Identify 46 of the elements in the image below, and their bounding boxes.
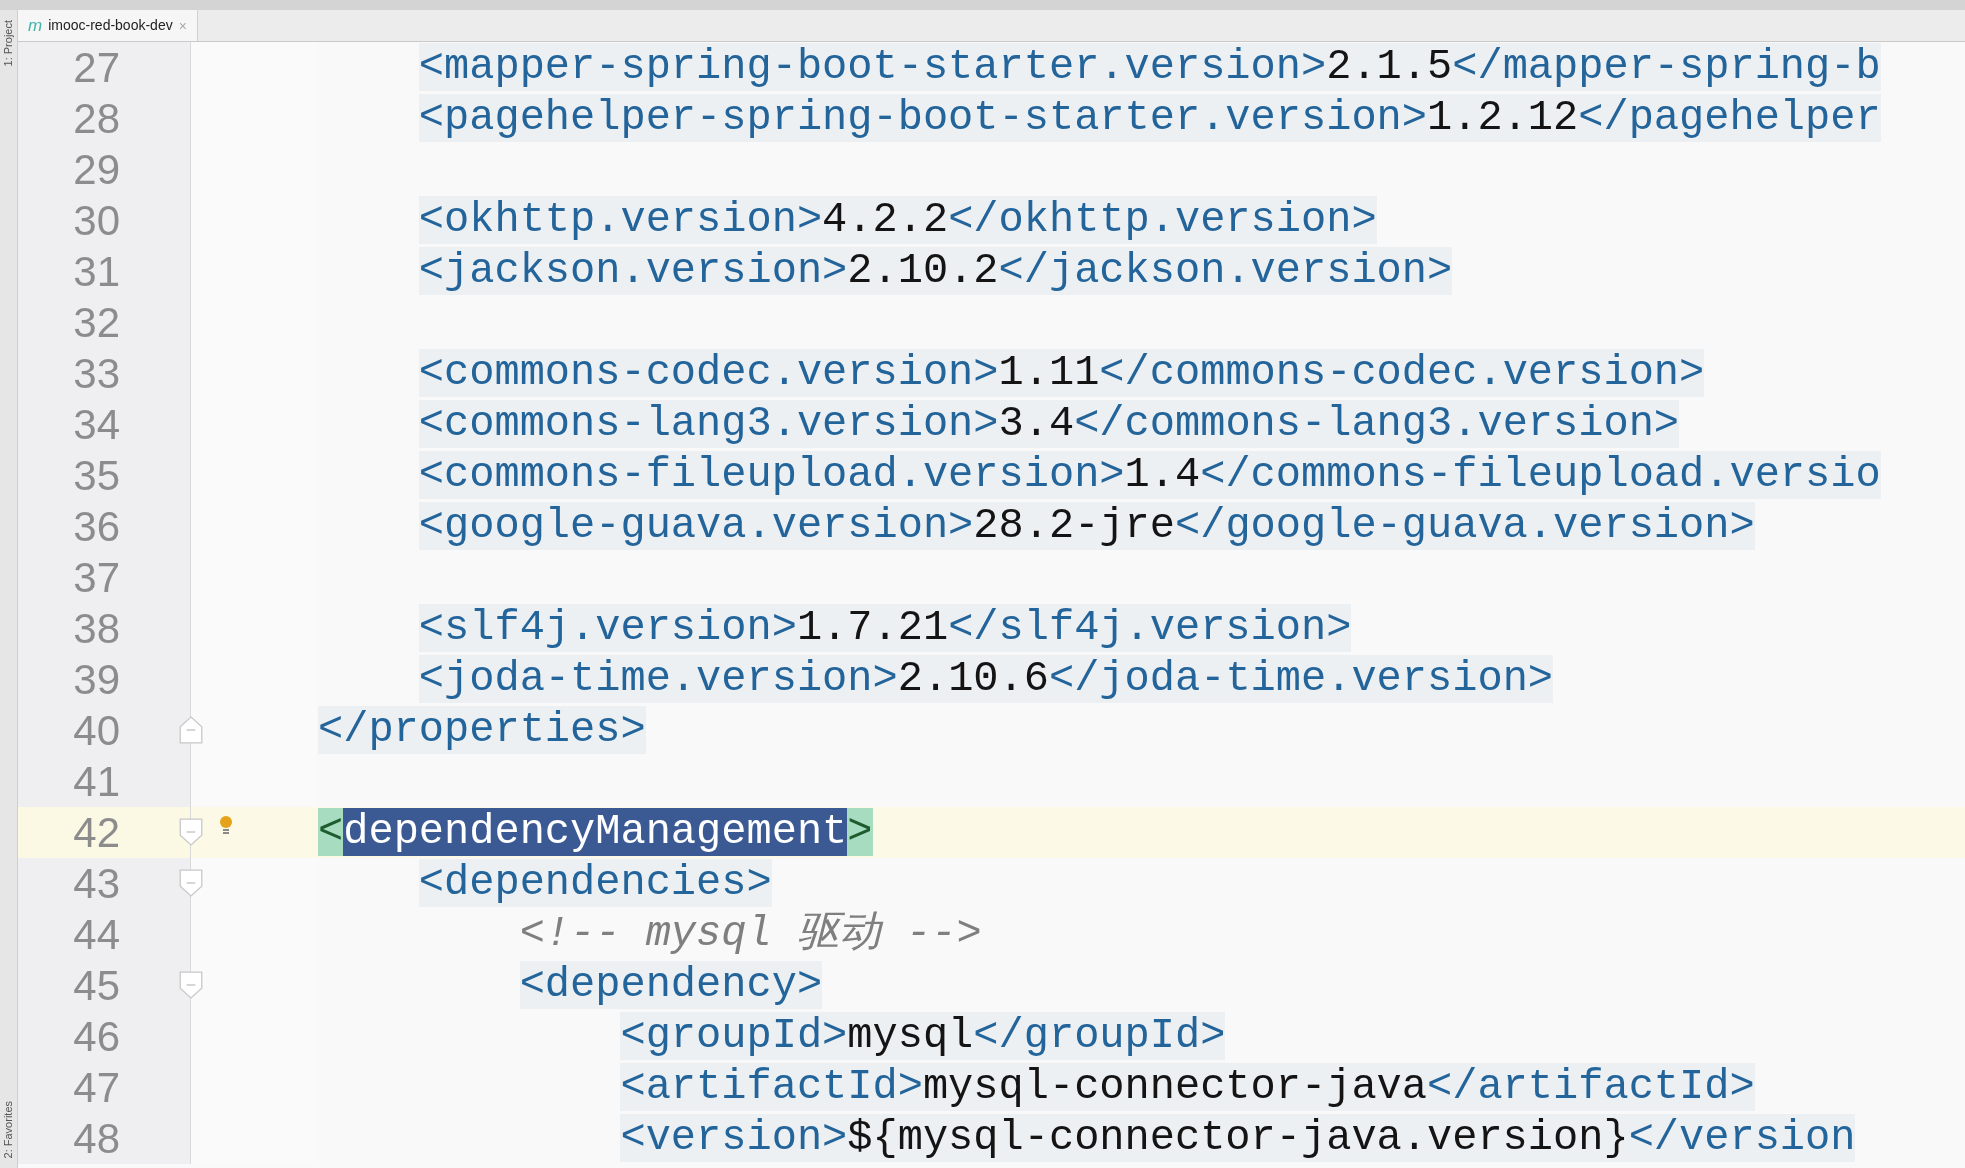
line-number: 37 <box>18 552 190 603</box>
code-line: <okhttp.version>4.2.2</okhttp.version> <box>417 195 1377 246</box>
tool-window-tab[interactable]: 1: Project <box>0 20 17 67</box>
code-line: <google-guava.version>28.2-jre</google-guava.version> <box>417 501 1755 552</box>
line-number: 28 <box>18 93 190 144</box>
line-number: 27 <box>18 42 190 93</box>
code-line: <commons-fileupload.version>1.4</commons-fileupload.versio <box>417 450 1881 501</box>
line-number: 33 <box>18 348 190 399</box>
code-line: <!-- mysql 驱动 --> <box>518 909 982 960</box>
code-line: <mapper-spring-boot-starter.version>2.1.5</mapper-spring-b <box>417 42 1881 93</box>
code-line: <pagehelper-spring-boot-starter.version>1.2.12</pagehelper <box>417 93 1881 144</box>
code-line: <dependencyManagement> <box>318 807 873 858</box>
code-line: <joda-time.version>2.10.6</joda-time.version> <box>417 654 1554 705</box>
line-number: 45 <box>18 960 190 1011</box>
line-number: 47 <box>18 1062 190 1113</box>
line-number: 48 <box>18 1113 190 1164</box>
fold-icon[interactable] <box>179 869 203 897</box>
line-number: 40 <box>18 705 190 756</box>
code-line: <jackson.version>2.10.2</jackson.version> <box>417 246 1453 297</box>
code-line: <commons-codec.version>1.11</commons-codec.version> <box>417 348 1705 399</box>
line-number: 30 <box>18 195 190 246</box>
tab-title: imooc-red-book-dev <box>48 16 173 35</box>
line-number: 41 <box>18 756 190 807</box>
line-number: 43 <box>18 858 190 909</box>
code-line: <commons-lang3.version>3.4</commons-lang3.version> <box>417 399 1680 450</box>
code-line: <version>${mysql-connector-java.version}</version <box>619 1113 1856 1164</box>
tool-window-tab[interactable]: 2: Favorites <box>0 1100 17 1158</box>
line-number: 46 <box>18 1011 190 1062</box>
line-number: 44 <box>18 909 190 960</box>
code-line: <slf4j.version>1.7.21</slf4j.version> <box>417 603 1352 654</box>
line-number: 31 <box>18 246 190 297</box>
line-number: 38 <box>18 603 190 654</box>
lightbulb-icon[interactable] <box>219 815 233 835</box>
editor-tab[interactable]: m imooc-red-book-dev × <box>18 10 198 41</box>
code-line: <artifactId>mysql-connector-java</artifactId> <box>619 1062 1755 1113</box>
line-number: 42 <box>18 807 190 858</box>
line-number: 34 <box>18 399 190 450</box>
code-line: <groupId>mysql</groupId> <box>619 1011 1226 1062</box>
line-number: 29 <box>18 144 190 195</box>
line-number: 32 <box>18 297 190 348</box>
line-number: 36 <box>18 501 190 552</box>
maven-icon: m <box>28 17 43 34</box>
line-number: 35 <box>18 450 190 501</box>
line-number: 39 <box>18 654 190 705</box>
fold-icon[interactable] <box>179 818 203 846</box>
fold-icon[interactable] <box>179 971 203 999</box>
